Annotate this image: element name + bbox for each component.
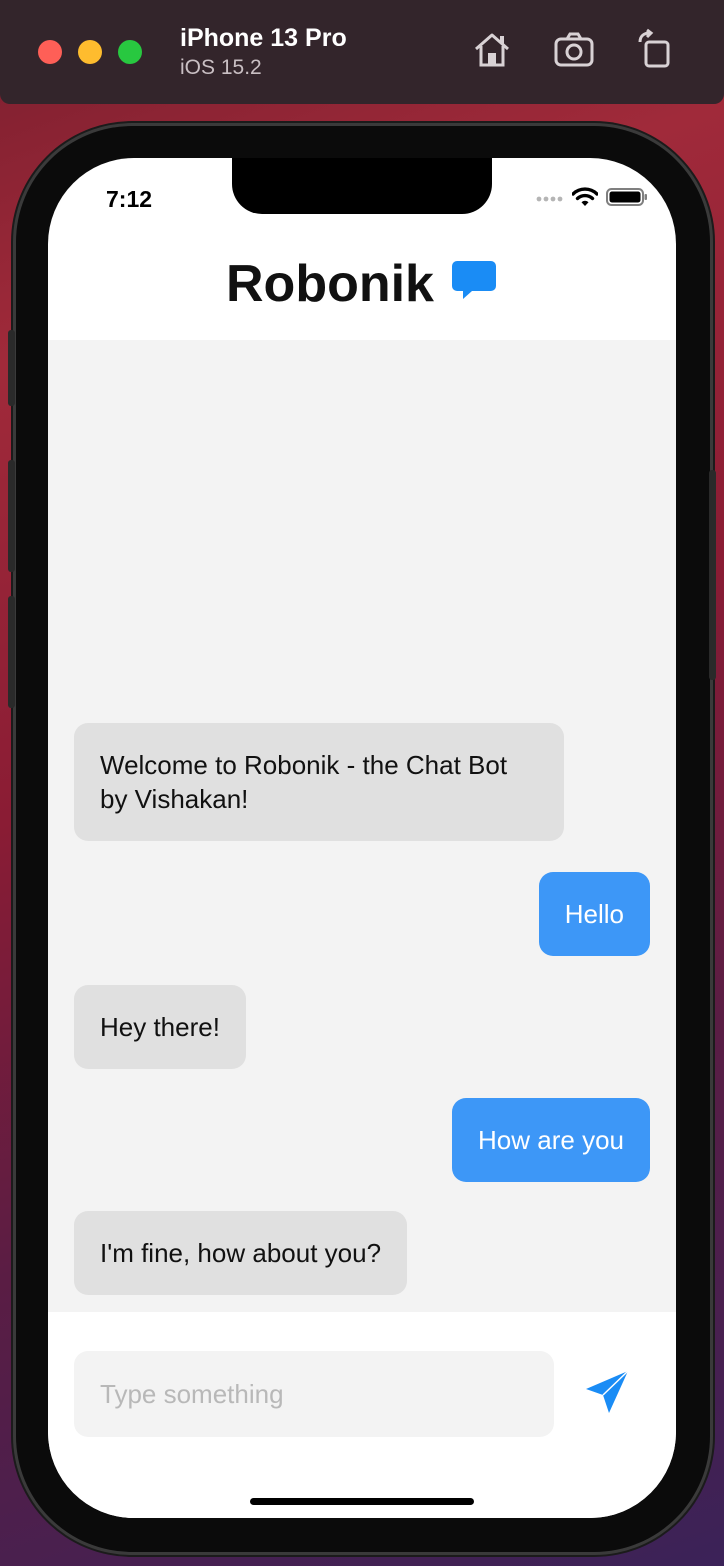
user-message: Hello [538,872,650,956]
bot-message: Hey there! [74,985,246,1069]
wifi-icon [571,186,599,212]
home-icon[interactable] [470,28,514,72]
chat-bubble-icon [450,259,498,310]
volume-down-button [8,596,15,708]
screenshot-icon[interactable] [552,28,596,72]
minimize-window-button[interactable] [78,40,102,64]
close-window-button[interactable] [38,40,62,64]
status-icons [536,186,648,212]
phone-screen: 7:12 Robonik Welcome to Robonik - the Ch… [48,158,676,1518]
send-icon[interactable] [582,1368,632,1418]
status-time: 7:12 [106,186,153,212]
rotate-icon[interactable] [634,28,678,72]
app-header: Robonik [48,228,676,340]
battery-icon [606,187,648,212]
mute-switch [8,330,15,406]
zoom-window-button[interactable] [118,40,142,64]
user-message: How are you [452,1098,650,1182]
volume-up-button [8,460,15,572]
simulator-title-bar: iPhone 13 Pro iOS 15.2 [0,0,724,104]
notch [232,158,492,214]
message-input[interactable] [74,1351,554,1437]
bot-message: Welcome to Robonik - the Chat Bot by Vis… [74,723,564,841]
signal-icon [536,190,564,208]
message-composer [48,1312,676,1518]
simulator-device-name: iPhone 13 Pro [180,24,347,52]
chat-message-list[interactable]: Welcome to Robonik - the Chat Bot by Vis… [48,340,676,1312]
app-title: Robonik [226,255,434,313]
power-button [709,470,716,680]
bot-message: I'm fine, how about you? [74,1211,408,1295]
simulator-os-version: iOS 15.2 [180,56,262,79]
home-indicator[interactable] [250,1498,474,1505]
